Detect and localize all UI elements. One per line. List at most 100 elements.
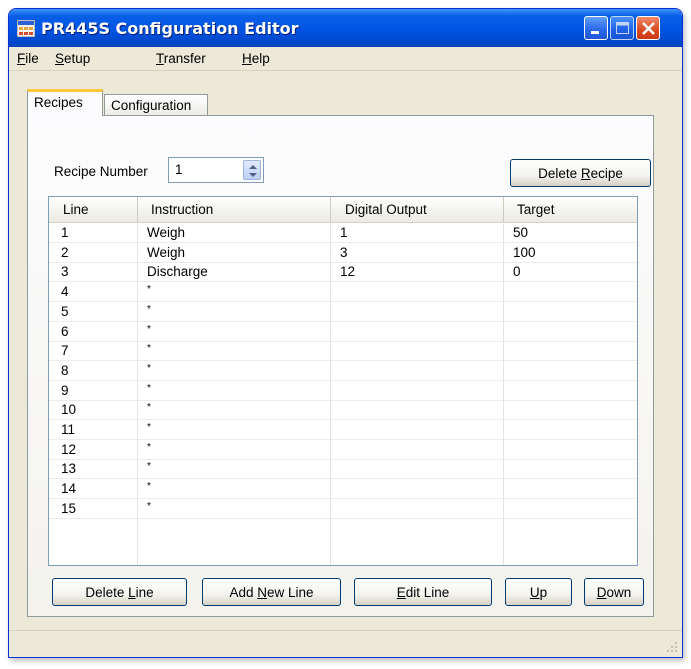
column-header-instruction[interactable]: Instruction bbox=[138, 197, 331, 223]
cell-instruction[interactable]: Discharge bbox=[138, 263, 331, 283]
close-button[interactable] bbox=[636, 16, 660, 40]
down-button[interactable]: Down bbox=[584, 578, 644, 606]
menu-help[interactable]: Help bbox=[242, 51, 270, 66]
table-row[interactable]: 9 * bbox=[49, 381, 637, 401]
cell-target[interactable] bbox=[504, 342, 637, 361]
recipe-number-stepper[interactable]: 1 bbox=[168, 157, 264, 183]
maximize-button[interactable] bbox=[610, 16, 634, 40]
edit-line-button[interactable]: Edit Line bbox=[354, 578, 492, 606]
minimize-button[interactable] bbox=[584, 16, 608, 40]
cell-instruction[interactable]: * bbox=[138, 342, 331, 362]
delete-line-button[interactable]: Delete Line bbox=[52, 578, 187, 606]
cell-digital-output[interactable] bbox=[331, 302, 504, 322]
table-row[interactable]: 11 * bbox=[49, 421, 637, 440]
cell-line[interactable]: 7 bbox=[49, 342, 138, 362]
table-row[interactable]: 7 * bbox=[49, 342, 637, 362]
cell-target[interactable] bbox=[504, 303, 637, 322]
cell-digital-output[interactable] bbox=[331, 460, 504, 480]
table-row[interactable]: 1 Weigh 1 50 bbox=[49, 224, 637, 243]
cell-instruction[interactable]: * bbox=[138, 381, 331, 401]
title-bar[interactable]: PR445S Configuration Editor bbox=[9, 9, 682, 47]
cell-target[interactable] bbox=[504, 460, 637, 479]
cell-line[interactable]: 11 bbox=[49, 421, 138, 440]
up-button[interactable]: Up bbox=[505, 578, 572, 606]
cell-instruction[interactable]: Weigh bbox=[138, 224, 331, 243]
table-row[interactable]: 12 * bbox=[49, 440, 637, 460]
cell-instruction[interactable]: * bbox=[138, 283, 331, 303]
tab-configuration[interactable]: Configuration bbox=[104, 94, 208, 116]
cell-instruction[interactable]: * bbox=[138, 302, 331, 322]
cell-target[interactable] bbox=[504, 500, 637, 519]
cell-target[interactable] bbox=[504, 283, 637, 302]
cell-digital-output[interactable] bbox=[331, 381, 504, 401]
cell-line[interactable]: 1 bbox=[49, 224, 138, 243]
cell-instruction[interactable]: Weigh bbox=[138, 243, 331, 263]
cell-digital-output[interactable] bbox=[331, 401, 504, 421]
table-row[interactable]: 14 * bbox=[49, 480, 637, 500]
recipe-grid[interactable]: Line Instruction Digital Output Target 1… bbox=[48, 196, 638, 566]
cell-target[interactable] bbox=[504, 401, 637, 420]
cell-line[interactable]: 9 bbox=[49, 381, 138, 401]
table-row[interactable]: 6 * bbox=[49, 322, 637, 342]
menu-transfer[interactable]: Transfer bbox=[156, 51, 206, 66]
cell-line[interactable]: 14 bbox=[49, 480, 138, 500]
menu-setup[interactable]: Setup bbox=[55, 51, 90, 66]
cell-line[interactable]: 10 bbox=[49, 401, 138, 421]
add-new-line-button[interactable]: Add New Line bbox=[202, 578, 341, 606]
cell-digital-output[interactable]: 1 bbox=[331, 224, 504, 243]
cell-line[interactable]: 15 bbox=[49, 499, 138, 519]
spin-updown-icon[interactable] bbox=[243, 160, 261, 180]
cell-instruction[interactable]: * bbox=[138, 421, 331, 440]
cell-digital-output[interactable] bbox=[331, 361, 504, 381]
cell-digital-output[interactable] bbox=[331, 480, 504, 500]
cell-target[interactable] bbox=[504, 362, 637, 381]
tab-recipes[interactable]: Recipes bbox=[27, 89, 103, 116]
resize-grip-icon[interactable] bbox=[666, 641, 678, 653]
cell-line[interactable]: 2 bbox=[49, 243, 138, 263]
table-row[interactable]: 8 * bbox=[49, 361, 637, 381]
cell-line[interactable]: 8 bbox=[49, 361, 138, 381]
delete-recipe-button[interactable]: Delete Recipe bbox=[510, 159, 651, 187]
cell-instruction[interactable]: * bbox=[138, 361, 331, 381]
cell-digital-output[interactable] bbox=[331, 283, 504, 303]
table-row[interactable]: 15 * bbox=[49, 499, 637, 519]
cell-digital-output[interactable] bbox=[331, 499, 504, 519]
cell-line[interactable]: 6 bbox=[49, 322, 138, 342]
cell-target[interactable] bbox=[504, 441, 637, 460]
table-row[interactable]: 13 * bbox=[49, 460, 637, 480]
cell-digital-output[interactable] bbox=[331, 421, 504, 440]
cell-line[interactable]: 13 bbox=[49, 460, 138, 480]
cell-line[interactable]: 12 bbox=[49, 440, 138, 460]
cell-target[interactable]: 100 bbox=[504, 244, 637, 263]
column-header-target[interactable]: Target bbox=[504, 197, 637, 223]
cell-instruction[interactable]: * bbox=[138, 499, 331, 519]
cell-target[interactable] bbox=[504, 421, 637, 440]
column-header-line[interactable]: Line bbox=[49, 197, 138, 223]
cell-target[interactable]: 0 bbox=[504, 263, 637, 282]
cell-instruction[interactable]: * bbox=[138, 440, 331, 460]
cell-target[interactable]: 50 bbox=[504, 224, 637, 243]
cell-digital-output[interactable] bbox=[331, 322, 504, 342]
cell-digital-output[interactable]: 3 bbox=[331, 243, 504, 263]
table-row[interactable]: 10 * bbox=[49, 401, 637, 421]
recipe-number-value[interactable]: 1 bbox=[175, 162, 183, 177]
menu-file[interactable]: File bbox=[17, 51, 39, 66]
cell-target[interactable] bbox=[504, 323, 637, 342]
cell-target[interactable] bbox=[504, 480, 637, 499]
cell-line[interactable]: 3 bbox=[49, 263, 138, 283]
table-row[interactable]: 4 * bbox=[49, 283, 637, 303]
column-header-digital-output[interactable]: Digital Output bbox=[331, 197, 504, 223]
cell-line[interactable]: 4 bbox=[49, 283, 138, 303]
cell-line[interactable]: 5 bbox=[49, 302, 138, 322]
table-row[interactable]: 3 Discharge 12 0 bbox=[49, 263, 637, 283]
cell-digital-output[interactable] bbox=[331, 440, 504, 460]
cell-instruction[interactable]: * bbox=[138, 460, 331, 480]
table-row[interactable]: 2 Weigh 3 100 bbox=[49, 243, 637, 263]
table-row[interactable]: 5 * bbox=[49, 302, 637, 322]
cell-digital-output[interactable] bbox=[331, 342, 504, 362]
cell-instruction[interactable]: * bbox=[138, 480, 331, 500]
cell-instruction[interactable]: * bbox=[138, 401, 331, 421]
cell-target[interactable] bbox=[504, 382, 637, 401]
cell-instruction[interactable]: * bbox=[138, 322, 331, 342]
cell-digital-output[interactable]: 12 bbox=[331, 263, 504, 283]
